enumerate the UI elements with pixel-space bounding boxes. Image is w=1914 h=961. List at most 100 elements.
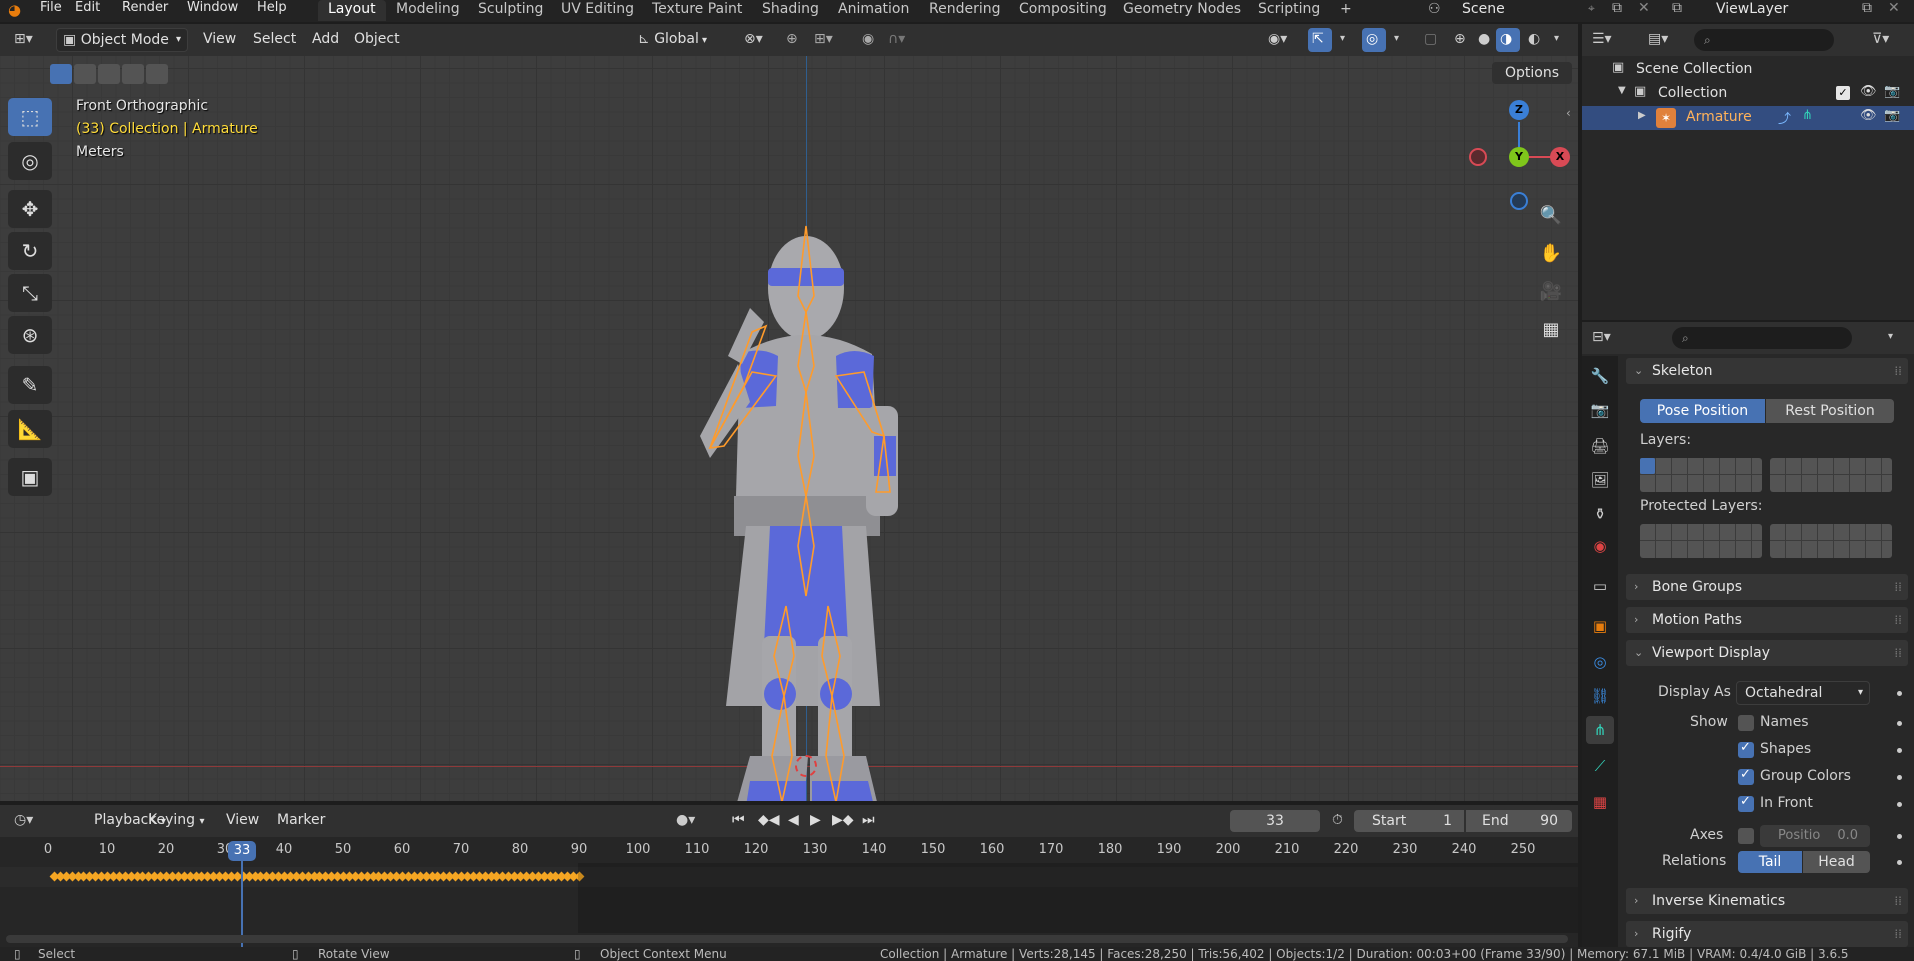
select-invert-icon[interactable]: [122, 64, 144, 84]
tab-rendering[interactable]: Rendering: [919, 0, 1011, 21]
annotate-tool-icon[interactable]: ✎: [8, 366, 52, 404]
jump-prev-keyframe-icon[interactable]: ◆◀: [752, 809, 786, 833]
tab-geometry-nodes[interactable]: Geometry Nodes: [1113, 0, 1251, 21]
select-extend-icon[interactable]: [74, 64, 96, 84]
sidebar-collapse-icon[interactable]: ‹: [1566, 106, 1571, 120]
output-tab-icon[interactable]: 🖨: [1586, 432, 1614, 460]
keyframe-dot-icon[interactable]: [1897, 721, 1902, 726]
tab-animation[interactable]: Animation: [828, 0, 919, 21]
menu-object[interactable]: Object: [348, 28, 406, 52]
scene-name-field[interactable]: Scene: [1462, 1, 1602, 19]
armature-data-icon[interactable]: ⋔: [1802, 108, 1813, 123]
collection-exclude-checkbox[interactable]: ✓: [1836, 86, 1850, 100]
keyframe-dot-icon[interactable]: [1897, 860, 1902, 865]
rotate-tool-icon[interactable]: ↻: [8, 232, 52, 270]
delete-view-layer-icon[interactable]: ✕: [1888, 0, 1900, 16]
menu-timeline-view[interactable]: View: [220, 809, 265, 833]
tab-modeling[interactable]: Modeling: [386, 0, 470, 21]
armature-camera-icon[interactable]: 📷: [1884, 108, 1900, 123]
shading-dropdown-icon[interactable]: ▾: [1548, 28, 1565, 52]
tab-scripting[interactable]: Scripting: [1248, 0, 1330, 21]
3d-cursor-icon[interactable]: [795, 755, 817, 777]
display-as-dropdown[interactable]: Octahedral ▾: [1736, 681, 1870, 705]
shading-wireframe-icon[interactable]: ⊕: [1448, 28, 1472, 52]
keyframe-dot-icon[interactable]: [1897, 802, 1902, 807]
protected-layers-grid-left[interactable]: [1640, 524, 1762, 558]
menu-file[interactable]: File: [40, 0, 62, 18]
shapes-checkbox[interactable]: [1738, 740, 1754, 758]
view-layer-icon[interactable]: ⧉: [1672, 0, 1682, 16]
scene-tab-icon[interactable]: ⚱: [1586, 500, 1614, 528]
properties-editor-icon[interactable]: ⊟▾: [1586, 326, 1617, 350]
shading-solid-icon[interactable]: ●: [1472, 28, 1496, 52]
gizmo-y-icon[interactable]: Y: [1509, 147, 1529, 167]
armature-character[interactable]: [680, 196, 940, 801]
blender-logo-icon[interactable]: ◕: [8, 2, 26, 18]
tab-texture-paint[interactable]: Texture Paint: [642, 0, 752, 21]
play-icon[interactable]: ▶: [804, 809, 827, 833]
layers-grid-left[interactable]: [1640, 458, 1762, 492]
stopwatch-icon[interactable]: ⏱: [1326, 809, 1349, 833]
tool-tab-icon[interactable]: 🔧: [1586, 362, 1614, 390]
gizmo-toggle-icon[interactable]: ⇱: [1308, 28, 1332, 52]
visibility-icon[interactable]: ◉▾: [1262, 28, 1293, 52]
mode-dropdown[interactable]: ▣ Object Mode ▾: [56, 28, 188, 52]
timeline-area[interactable]: 0 10 20 30 40 50 60 70 80 90 100 110 120 130 140 150 160…: [0, 837, 1578, 947]
menu-marker[interactable]: Marker: [271, 809, 331, 833]
outliner-row-collection[interactable]: ▼ ▣ Collection ✓ 👁 📷: [1582, 82, 1914, 106]
outliner-search-input[interactable]: ⌕: [1694, 29, 1834, 51]
measure-tool-icon[interactable]: 📐: [8, 410, 52, 448]
overlays-dropdown-icon[interactable]: ▾: [1388, 28, 1405, 52]
armature-data-tab-icon[interactable]: ⋔: [1586, 716, 1614, 744]
ortho-grid-icon[interactable]: ▦: [1536, 314, 1566, 344]
names-checkbox[interactable]: [1738, 715, 1754, 731]
grip-icon[interactable]: ⁞⁞: [1894, 888, 1902, 914]
grip-icon[interactable]: ⁞⁞: [1894, 574, 1902, 600]
playhead-marker[interactable]: 33: [228, 841, 256, 861]
rigify-panel-header[interactable]: › Rigify ⁞⁞: [1626, 921, 1908, 947]
menu-select[interactable]: Select: [247, 28, 302, 52]
editor-type-icon[interactable]: ⊞▾: [8, 28, 39, 52]
menu-render[interactable]: Render: [122, 0, 168, 18]
collection-camera-icon[interactable]: 📷: [1884, 84, 1900, 99]
display-mode-icon[interactable]: ▤▾: [1642, 28, 1674, 52]
tab-layout[interactable]: Layout: [318, 0, 386, 21]
snap-target-icon[interactable]: ⊞▾: [808, 28, 839, 52]
armature-eye-icon[interactable]: 👁: [1860, 108, 1877, 123]
grip-icon[interactable]: ⁞⁞: [1894, 640, 1902, 666]
expand-collection-icon[interactable]: ▼: [1618, 85, 1626, 96]
render-tab-icon[interactable]: 📷: [1586, 396, 1614, 424]
jump-next-keyframe-icon[interactable]: ▶◆: [826, 809, 860, 833]
play-reverse-icon[interactable]: ◀: [782, 809, 805, 833]
camera-view-icon[interactable]: 🎥: [1536, 276, 1566, 306]
keyframe-dot-icon[interactable]: [1897, 834, 1902, 839]
view-layer-name-field[interactable]: ViewLayer: [1716, 1, 1856, 19]
axes-checkbox[interactable]: [1738, 828, 1754, 844]
gizmo-neg-z-icon[interactable]: [1510, 192, 1528, 210]
tab-shading[interactable]: Shading: [752, 0, 829, 21]
pose-icon[interactable]: ⤴: [1778, 108, 1791, 127]
snap-toggle-icon[interactable]: ⊕: [780, 28, 804, 52]
constraints-tab-icon[interactable]: ⛓: [1586, 682, 1614, 710]
inverse-kinematics-panel-header[interactable]: › Inverse Kinematics ⁞⁞: [1626, 888, 1908, 914]
layers-grid-right[interactable]: [1770, 458, 1892, 492]
in-front-checkbox[interactable]: [1738, 794, 1754, 812]
3d-viewport[interactable]: Options ⬚ ◎ ✥ ↻ ⤡ ⊛ ✎ 📐 ▣ Front Orthogra…: [0, 56, 1578, 801]
proportional-falloff-icon[interactable]: ∩▾: [882, 28, 911, 52]
keyframe-dot-icon[interactable]: [1897, 748, 1902, 753]
select-box-tool-icon[interactable]: ⬚: [8, 98, 52, 136]
grip-icon[interactable]: ⁞⁞: [1894, 921, 1902, 947]
world-tab-icon[interactable]: ◉: [1586, 532, 1614, 560]
record-icon[interactable]: ●▾: [670, 809, 701, 833]
group-colors-checkbox[interactable]: [1738, 767, 1754, 785]
proportional-edit-icon[interactable]: ◉: [856, 28, 880, 52]
new-scene-icon[interactable]: ⧉: [1612, 0, 1622, 16]
select-new-icon[interactable]: [50, 64, 72, 84]
scale-tool-icon[interactable]: ⤡: [8, 274, 52, 312]
scene-icon[interactable]: ⚇: [1428, 1, 1441, 17]
navigation-gizmo[interactable]: Z Y X: [1464, 100, 1578, 210]
timeline-scrollbar[interactable]: [6, 935, 1568, 943]
gizmo-x-icon[interactable]: X: [1550, 147, 1570, 167]
transform-tool-icon[interactable]: ⊛: [8, 316, 52, 354]
menu-edit[interactable]: Edit: [75, 0, 100, 18]
